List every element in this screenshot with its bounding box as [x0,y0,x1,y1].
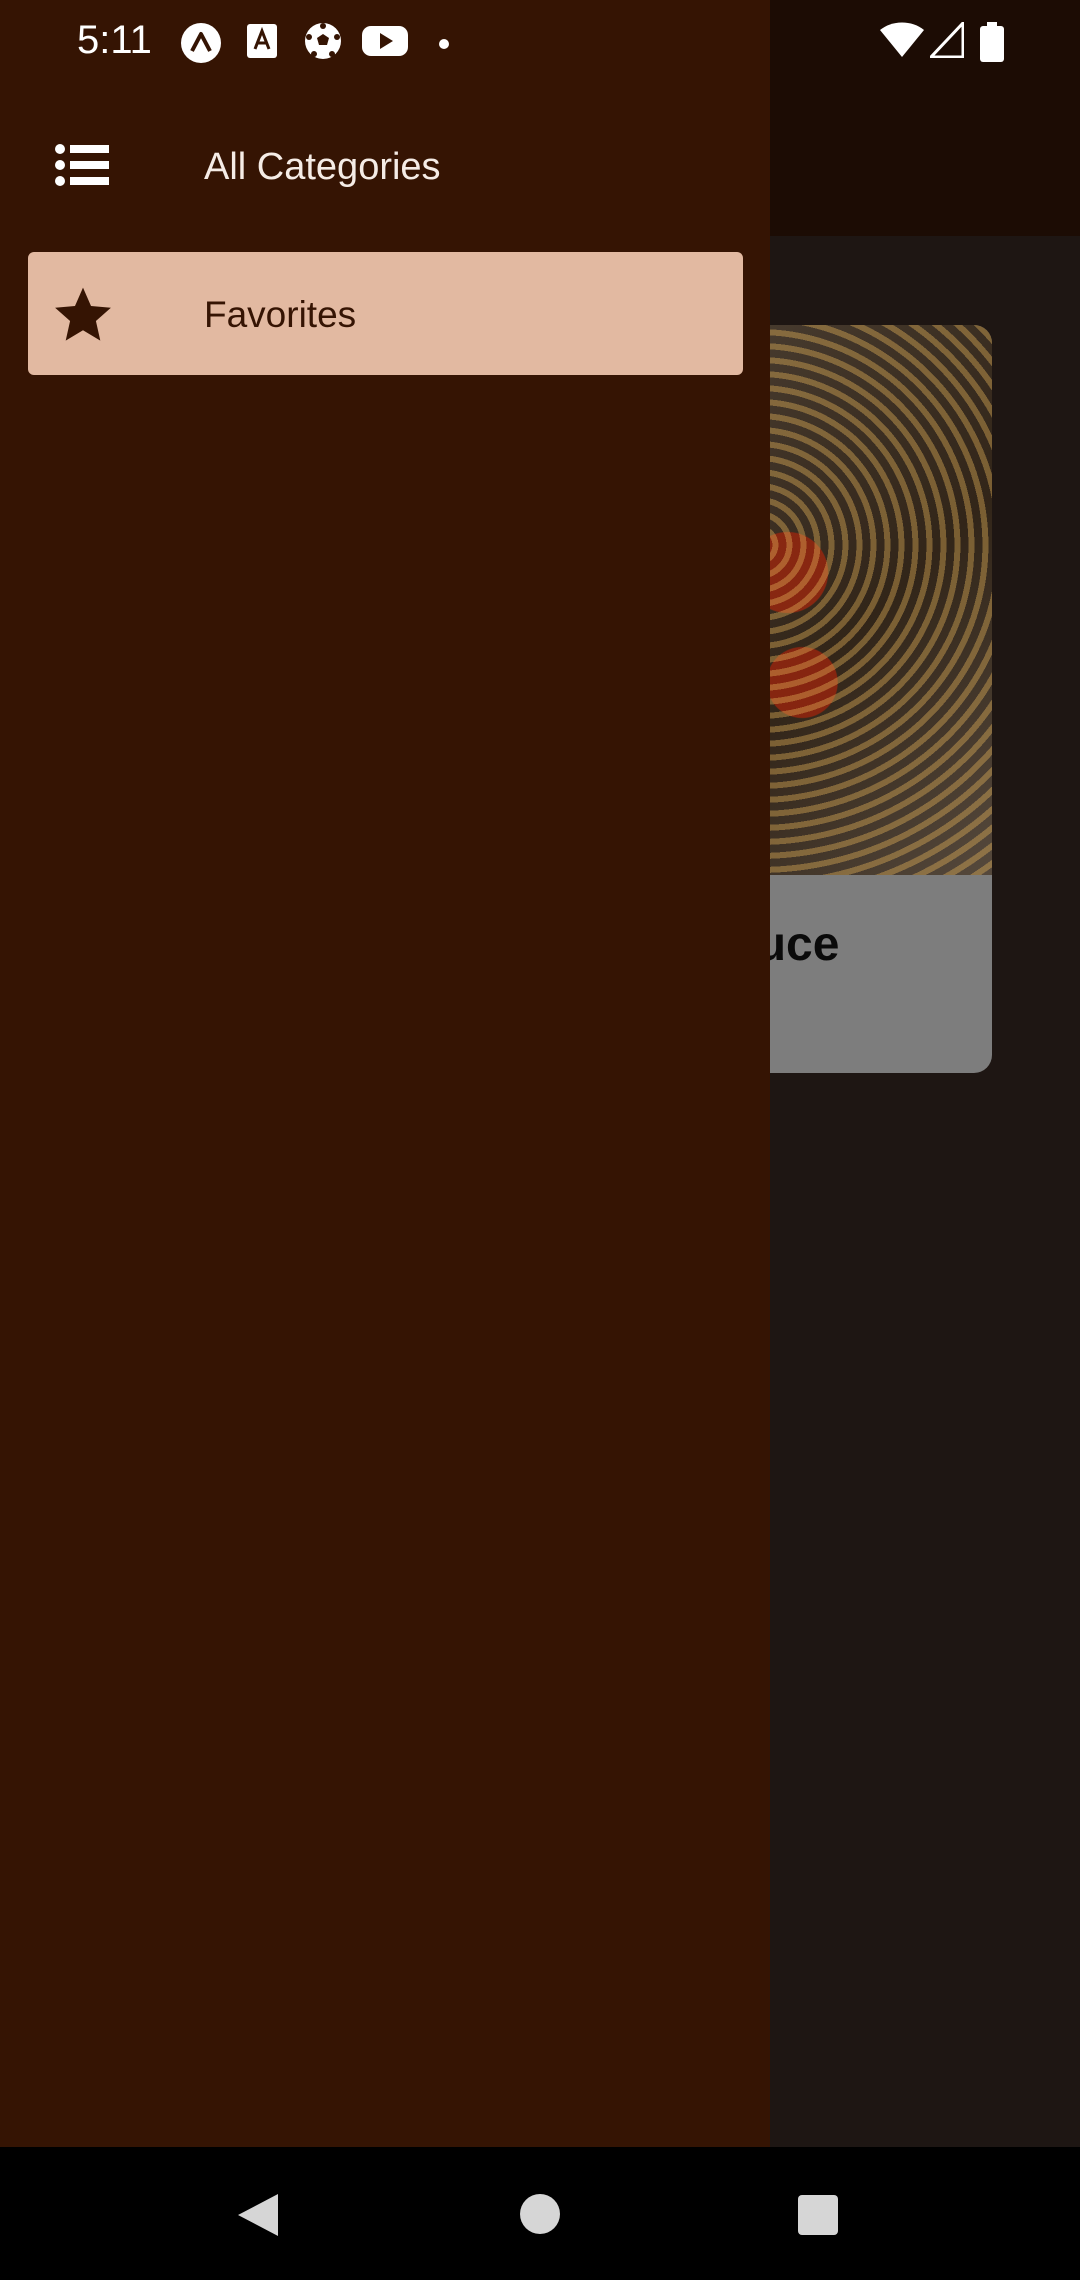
star-icon [52,283,114,345]
navigation-drawer: All Categories Favorites [0,0,770,2147]
back-icon[interactable] [236,2192,280,2243]
battery-icon [980,22,1004,67]
system-navigation-bar [0,2147,1080,2280]
expo-icon [180,22,222,69]
recents-icon[interactable] [797,2194,839,2241]
drawer-title[interactable]: All Categories [204,146,441,189]
youtube-icon [362,22,408,65]
soccer-ball-icon [304,22,342,65]
clock: 5:11 [77,18,152,62]
status-bar: 5:11 [0,0,1080,86]
cellular-signal-icon [929,21,965,63]
dot-icon [438,37,450,55]
drawer-item-label: Favorites [204,294,357,335]
drawer-item-favorites[interactable]: Favorites [28,252,743,375]
wifi-icon [880,22,924,63]
font-download-icon [247,22,277,65]
list-icon[interactable] [55,143,109,187]
home-icon[interactable] [519,2193,561,2240]
